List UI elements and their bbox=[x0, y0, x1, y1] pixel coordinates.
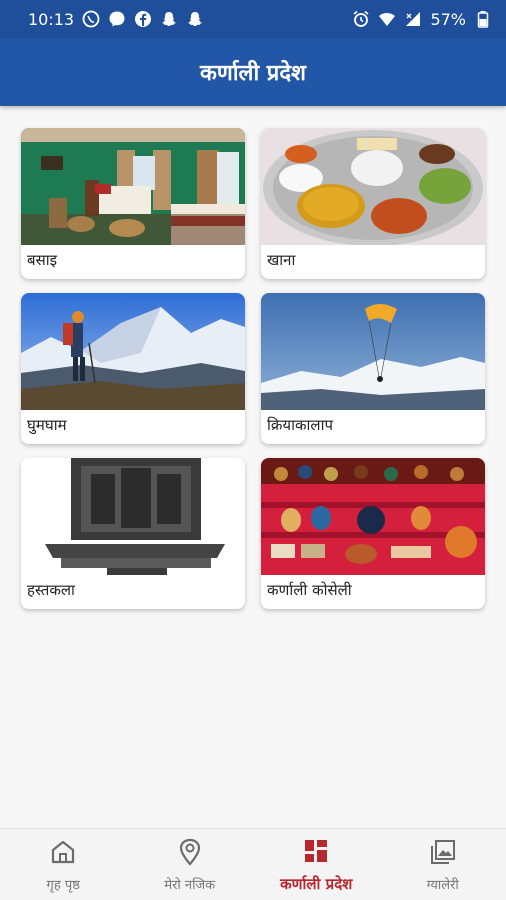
nav-item-gallery[interactable]: ग्यालेरी bbox=[380, 829, 506, 900]
app-bar: कर्णाली प्रदेश bbox=[0, 38, 506, 106]
food-thali-image bbox=[261, 128, 485, 245]
nav-label: कर्णाली प्रदेश bbox=[280, 874, 353, 893]
viber-icon bbox=[82, 10, 100, 28]
wifi-icon bbox=[378, 10, 396, 28]
card-label: हस्तकला bbox=[27, 581, 75, 599]
messenger-icon bbox=[108, 10, 126, 28]
signal-icon bbox=[404, 10, 422, 28]
page-title: कर्णाली प्रदेश bbox=[200, 61, 306, 86]
home-icon bbox=[48, 837, 78, 871]
category-card-food[interactable]: खाना bbox=[261, 128, 485, 279]
card-label: क्रियाकालाप bbox=[267, 416, 333, 434]
card-label: कर्णाली कोसेली bbox=[267, 581, 352, 599]
card-label: घुमघाम bbox=[27, 416, 67, 434]
bottom-navigation: गृह पृष्ठ मेरो नजिक कर्णाली प्रदेश ग्याल… bbox=[0, 828, 506, 900]
nav-label: मेरो नजिक bbox=[164, 877, 216, 893]
gallery-icon bbox=[428, 837, 458, 871]
handicraft-souvenirs-image bbox=[261, 458, 485, 575]
hotel-room-image bbox=[21, 128, 245, 245]
category-card-stay[interactable]: बसाइ bbox=[21, 128, 245, 279]
status-time: 10:13 bbox=[28, 9, 75, 29]
category-card-handicraft[interactable]: हस्तकला bbox=[21, 458, 245, 609]
category-card-activities[interactable]: क्रियाकालाप bbox=[261, 293, 485, 444]
status-bar: 10:13 57% bbox=[0, 0, 506, 38]
nav-item-home[interactable]: गृह पृष्ठ bbox=[0, 829, 127, 900]
grid-icon bbox=[301, 836, 331, 870]
category-card-tour[interactable]: घुमघाम bbox=[21, 293, 245, 444]
facebook-icon bbox=[134, 10, 152, 28]
snapchat-icon bbox=[160, 10, 178, 28]
location-pin-icon bbox=[175, 837, 205, 871]
card-label: बसाइ bbox=[27, 251, 57, 269]
alarm-icon bbox=[352, 10, 370, 28]
nav-label: गृह पृष्ठ bbox=[46, 877, 80, 893]
battery-icon bbox=[474, 10, 492, 28]
mountain-trekker-image bbox=[21, 293, 245, 410]
card-label: खाना bbox=[267, 251, 296, 269]
snapchat-icon-2 bbox=[186, 10, 204, 28]
nav-item-karnali-province[interactable]: कर्णाली प्रदेश bbox=[253, 829, 380, 900]
nav-label: ग्यालेरी bbox=[426, 877, 459, 893]
category-card-souvenir[interactable]: कर्णाली कोसेली bbox=[261, 458, 485, 609]
battery-percent: 57% bbox=[430, 9, 466, 29]
paragliding-image bbox=[261, 293, 485, 410]
wood-carving-image bbox=[21, 458, 245, 575]
nav-item-nearby[interactable]: मेरो नजिक bbox=[127, 829, 254, 900]
